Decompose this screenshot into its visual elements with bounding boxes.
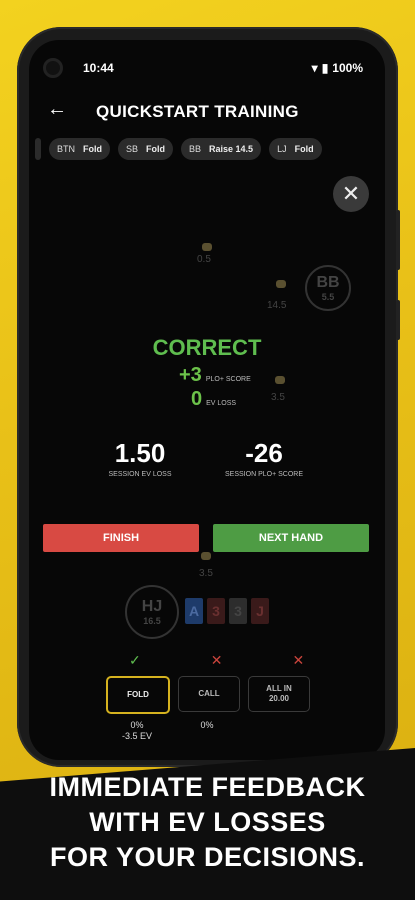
action-chip: BTN Fold xyxy=(49,138,110,160)
card: A xyxy=(185,598,203,624)
freq-value: 0% xyxy=(130,720,144,730)
promo-line: WITH EV LOSSES xyxy=(89,807,326,837)
action-chip: SB Fold xyxy=(118,138,174,160)
action-value: Fold xyxy=(146,144,166,154)
session-ev-loss-label: SESSION EV LOSS xyxy=(108,471,172,478)
app-bar: ← QUICKSTART TRAINING xyxy=(29,98,385,128)
promo-line: FOR YOUR DECISIONS. xyxy=(49,842,366,872)
hero-cards: A 3 3 J xyxy=(185,598,269,624)
action-position: BTN xyxy=(57,144,75,154)
seat-stack: 16.5 xyxy=(143,616,161,626)
bet-amount: 3.5 xyxy=(199,568,213,579)
session-ev-loss-value: 1.50 xyxy=(114,438,166,468)
phone-side-button xyxy=(396,300,400,340)
wifi-icon: ▾ xyxy=(311,61,318,75)
choice-label: ALL IN xyxy=(266,684,292,693)
app-screen: 10:44 ▾ ▮ 100% ← QUICKSTART TRAINING BTN… xyxy=(29,40,385,760)
card: J xyxy=(251,598,269,624)
choice-marks: ✓ ✕ ✕ xyxy=(129,652,304,669)
status-icons: ▾ ▮ 100% xyxy=(312,61,363,75)
seat-name: BB xyxy=(316,274,340,291)
status-time: 10:44 xyxy=(83,61,114,75)
chip-icon xyxy=(276,280,286,288)
check-icon: ✓ xyxy=(129,652,141,668)
status-bar: 10:44 ▾ ▮ 100% xyxy=(29,58,385,78)
action-history: BTN Fold SB Fold BB Raise 14.5 LJ Fold xyxy=(29,138,385,164)
ev-loss-label: EV LOSS xyxy=(206,400,237,407)
battery-percent: 100% xyxy=(332,61,363,75)
page-title: QUICKSTART TRAINING xyxy=(96,102,299,121)
card: 3 xyxy=(229,598,247,624)
choice-frequency: 0% xyxy=(176,720,238,742)
choice-frequencies: 0% -3.5 EV 0% xyxy=(106,720,308,742)
seat-hero: HJ 16.5 xyxy=(125,585,179,639)
action-position: SB xyxy=(126,144,139,154)
ev-loss-value: 0 xyxy=(191,388,203,410)
back-arrow-icon[interactable]: ← xyxy=(47,98,67,121)
action-position: BB xyxy=(189,144,202,154)
freq-ev: -3.5 EV xyxy=(121,731,152,741)
promo-text: IMMEDIATE FEEDBACK WITH EV LOSSES FOR YO… xyxy=(0,770,415,875)
camera-icon xyxy=(43,58,63,78)
score-label: PLO+ SCORE xyxy=(205,376,251,383)
bet-amount: 3.5 xyxy=(271,392,285,403)
score-delta: +3 xyxy=(179,364,202,386)
cross-icon: ✕ xyxy=(210,652,223,668)
score-delta-line: +3 PLO+ SCORE xyxy=(179,364,251,387)
close-button[interactable]: ✕ xyxy=(333,176,369,212)
chip-icon xyxy=(201,552,211,560)
action-position: LJ xyxy=(277,144,287,154)
choice-frequency xyxy=(246,720,308,742)
promo-line: IMMEDIATE FEEDBACK xyxy=(49,772,366,802)
seat-stack: 5.5 xyxy=(321,292,335,302)
all-in-choice-button[interactable]: ALL IN 20.00 xyxy=(248,676,310,712)
action-value: Fold xyxy=(83,144,102,154)
choice-buttons: FOLD CALL ALL IN 20.00 xyxy=(106,676,310,714)
session-score-label: SESSION PLO+ SCORE xyxy=(225,471,303,478)
choice-sublabel: 20.00 xyxy=(268,694,290,703)
choice-frequency: 0% -3.5 EV xyxy=(106,720,168,742)
chip-icon xyxy=(275,376,285,384)
action-value: Fold xyxy=(294,144,314,154)
battery-icon: ▮ xyxy=(321,61,329,75)
ev-loss-line: 0 EV LOSS xyxy=(191,388,236,411)
freq-value: 0% xyxy=(200,720,214,730)
cross-icon: ✕ xyxy=(292,652,305,668)
next-hand-button[interactable]: NEXT HAND xyxy=(213,524,369,552)
chip-icon xyxy=(202,243,212,251)
bet-amount: 14.5 xyxy=(267,300,287,311)
close-icon: ✕ xyxy=(341,181,361,206)
card: 3 xyxy=(207,598,225,624)
action-chip: BB Raise 14.5 xyxy=(181,138,262,160)
call-choice-button[interactable]: CALL xyxy=(178,676,240,712)
bet-amount: 0.5 xyxy=(197,254,211,265)
action-chip-partial xyxy=(35,138,41,160)
seat-bb: BB 5.5 xyxy=(305,265,351,311)
choice-label: CALL xyxy=(198,689,220,698)
result-title: CORRECT xyxy=(152,335,262,360)
session-ev-loss: 1.50 SESSION EV LOSS xyxy=(99,438,181,478)
finish-button[interactable]: FINISH xyxy=(43,524,199,552)
action-value: Raise 14.5 xyxy=(209,144,254,154)
choice-label: FOLD xyxy=(127,690,149,699)
seat-name: HJ xyxy=(141,598,163,615)
action-chip: LJ Fold xyxy=(269,138,322,160)
session-score-value: -26 xyxy=(245,438,283,468)
phone-side-button xyxy=(396,210,400,270)
fold-choice-button[interactable]: FOLD xyxy=(106,676,170,714)
session-score: -26 SESSION PLO+ SCORE xyxy=(214,438,314,478)
